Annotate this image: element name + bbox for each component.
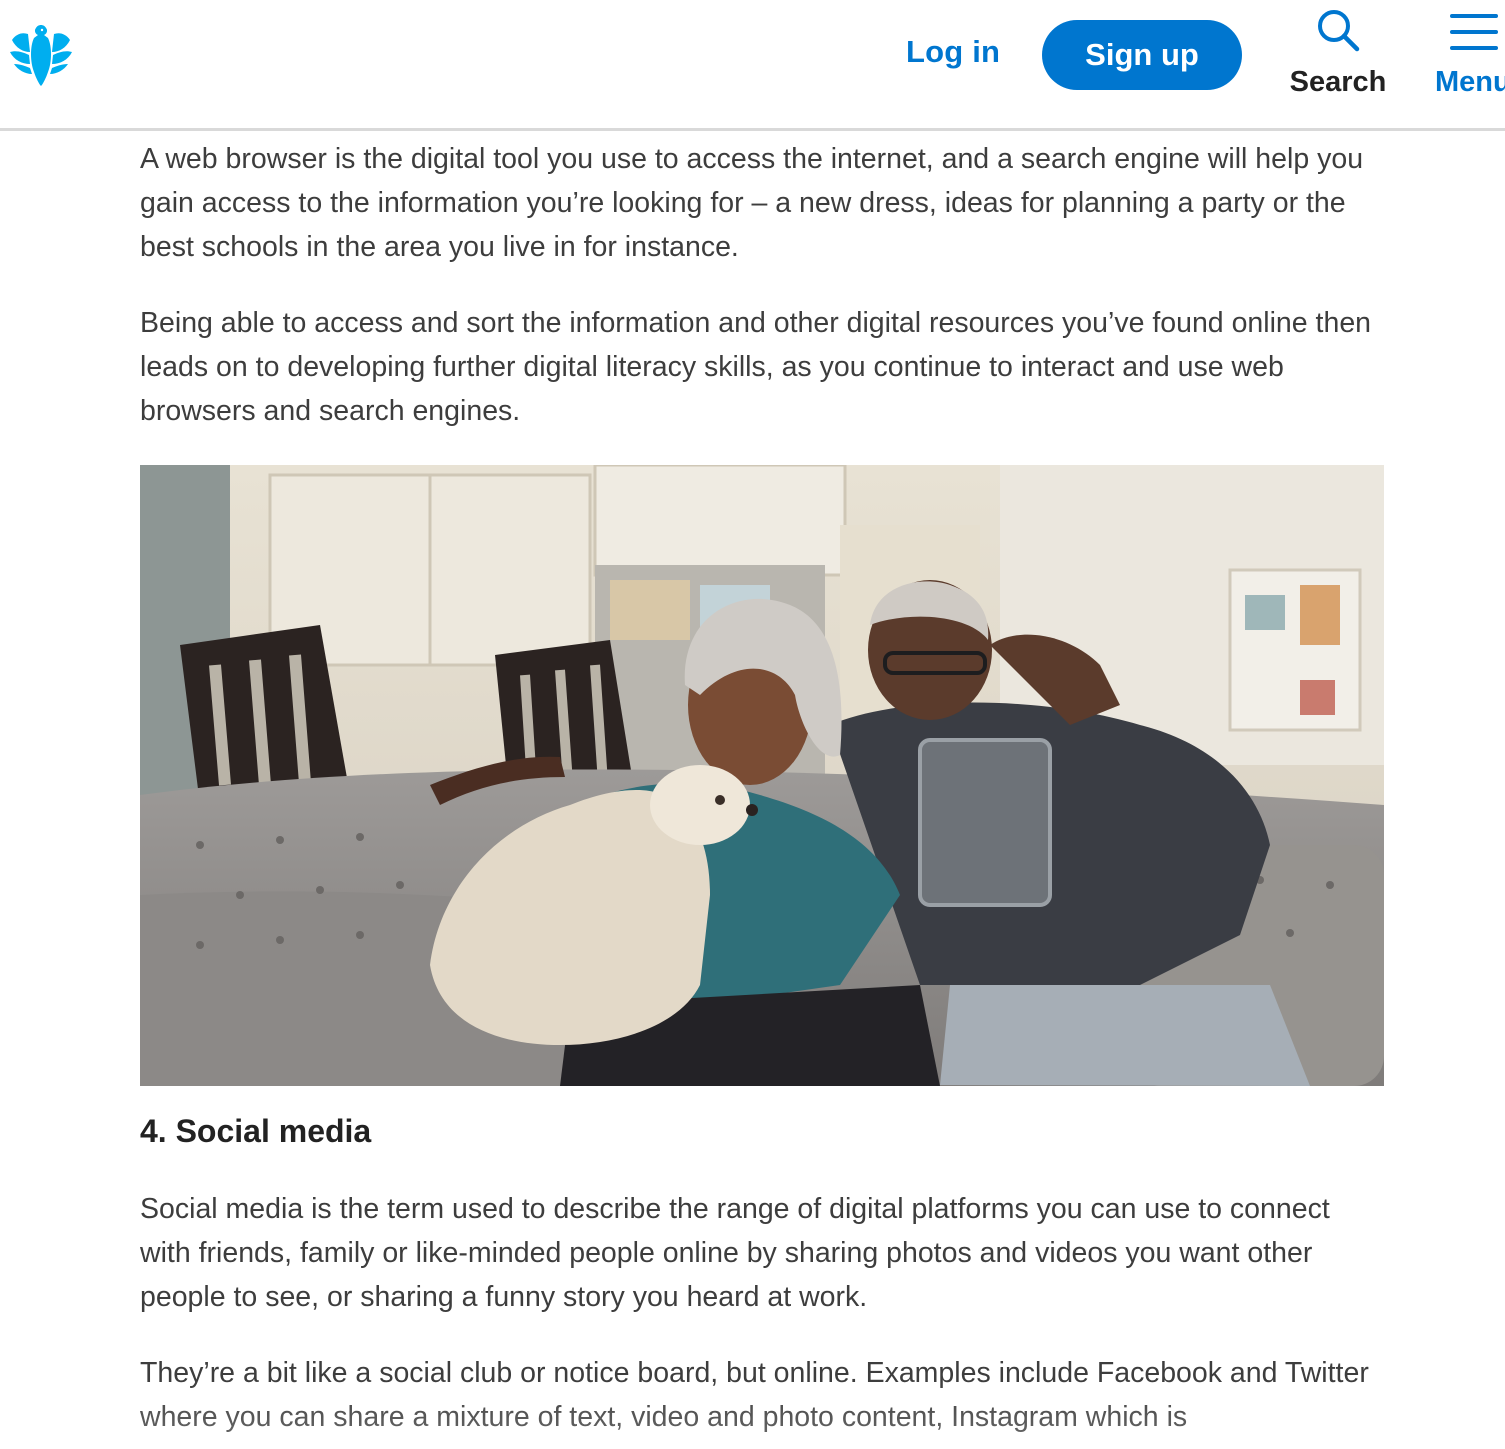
article-photo — [140, 465, 1384, 1086]
paragraph-social-media-examples: They’re a bit like a social club or noti… — [140, 1357, 1369, 1433]
eagle-logo[interactable] — [8, 22, 74, 88]
search-icon — [1318, 10, 1360, 52]
paragraph-web-browser: A web browser is the digital tool you us… — [140, 143, 1364, 263]
menu-button[interactable]: Menu — [1432, 10, 1505, 110]
login-link[interactable]: Log in — [906, 34, 1000, 70]
signup-button[interactable]: Sign up — [1042, 20, 1242, 90]
site-header: Log in Sign up Search Menu — [0, 0, 1505, 131]
paragraph-social-media-definition: Social media is the term used to describ… — [140, 1193, 1330, 1313]
menu-label: Menu — [1435, 66, 1505, 98]
search-button[interactable]: Search — [1284, 6, 1392, 106]
eagle-logo-icon — [10, 25, 72, 86]
couple-on-sofa-image — [140, 465, 1384, 1086]
paragraph-digital-resources: Being able to access and sort the inform… — [140, 307, 1372, 427]
search-label: Search — [1289, 66, 1387, 98]
section-heading-social-media: 4. Social media — [140, 1113, 372, 1149]
